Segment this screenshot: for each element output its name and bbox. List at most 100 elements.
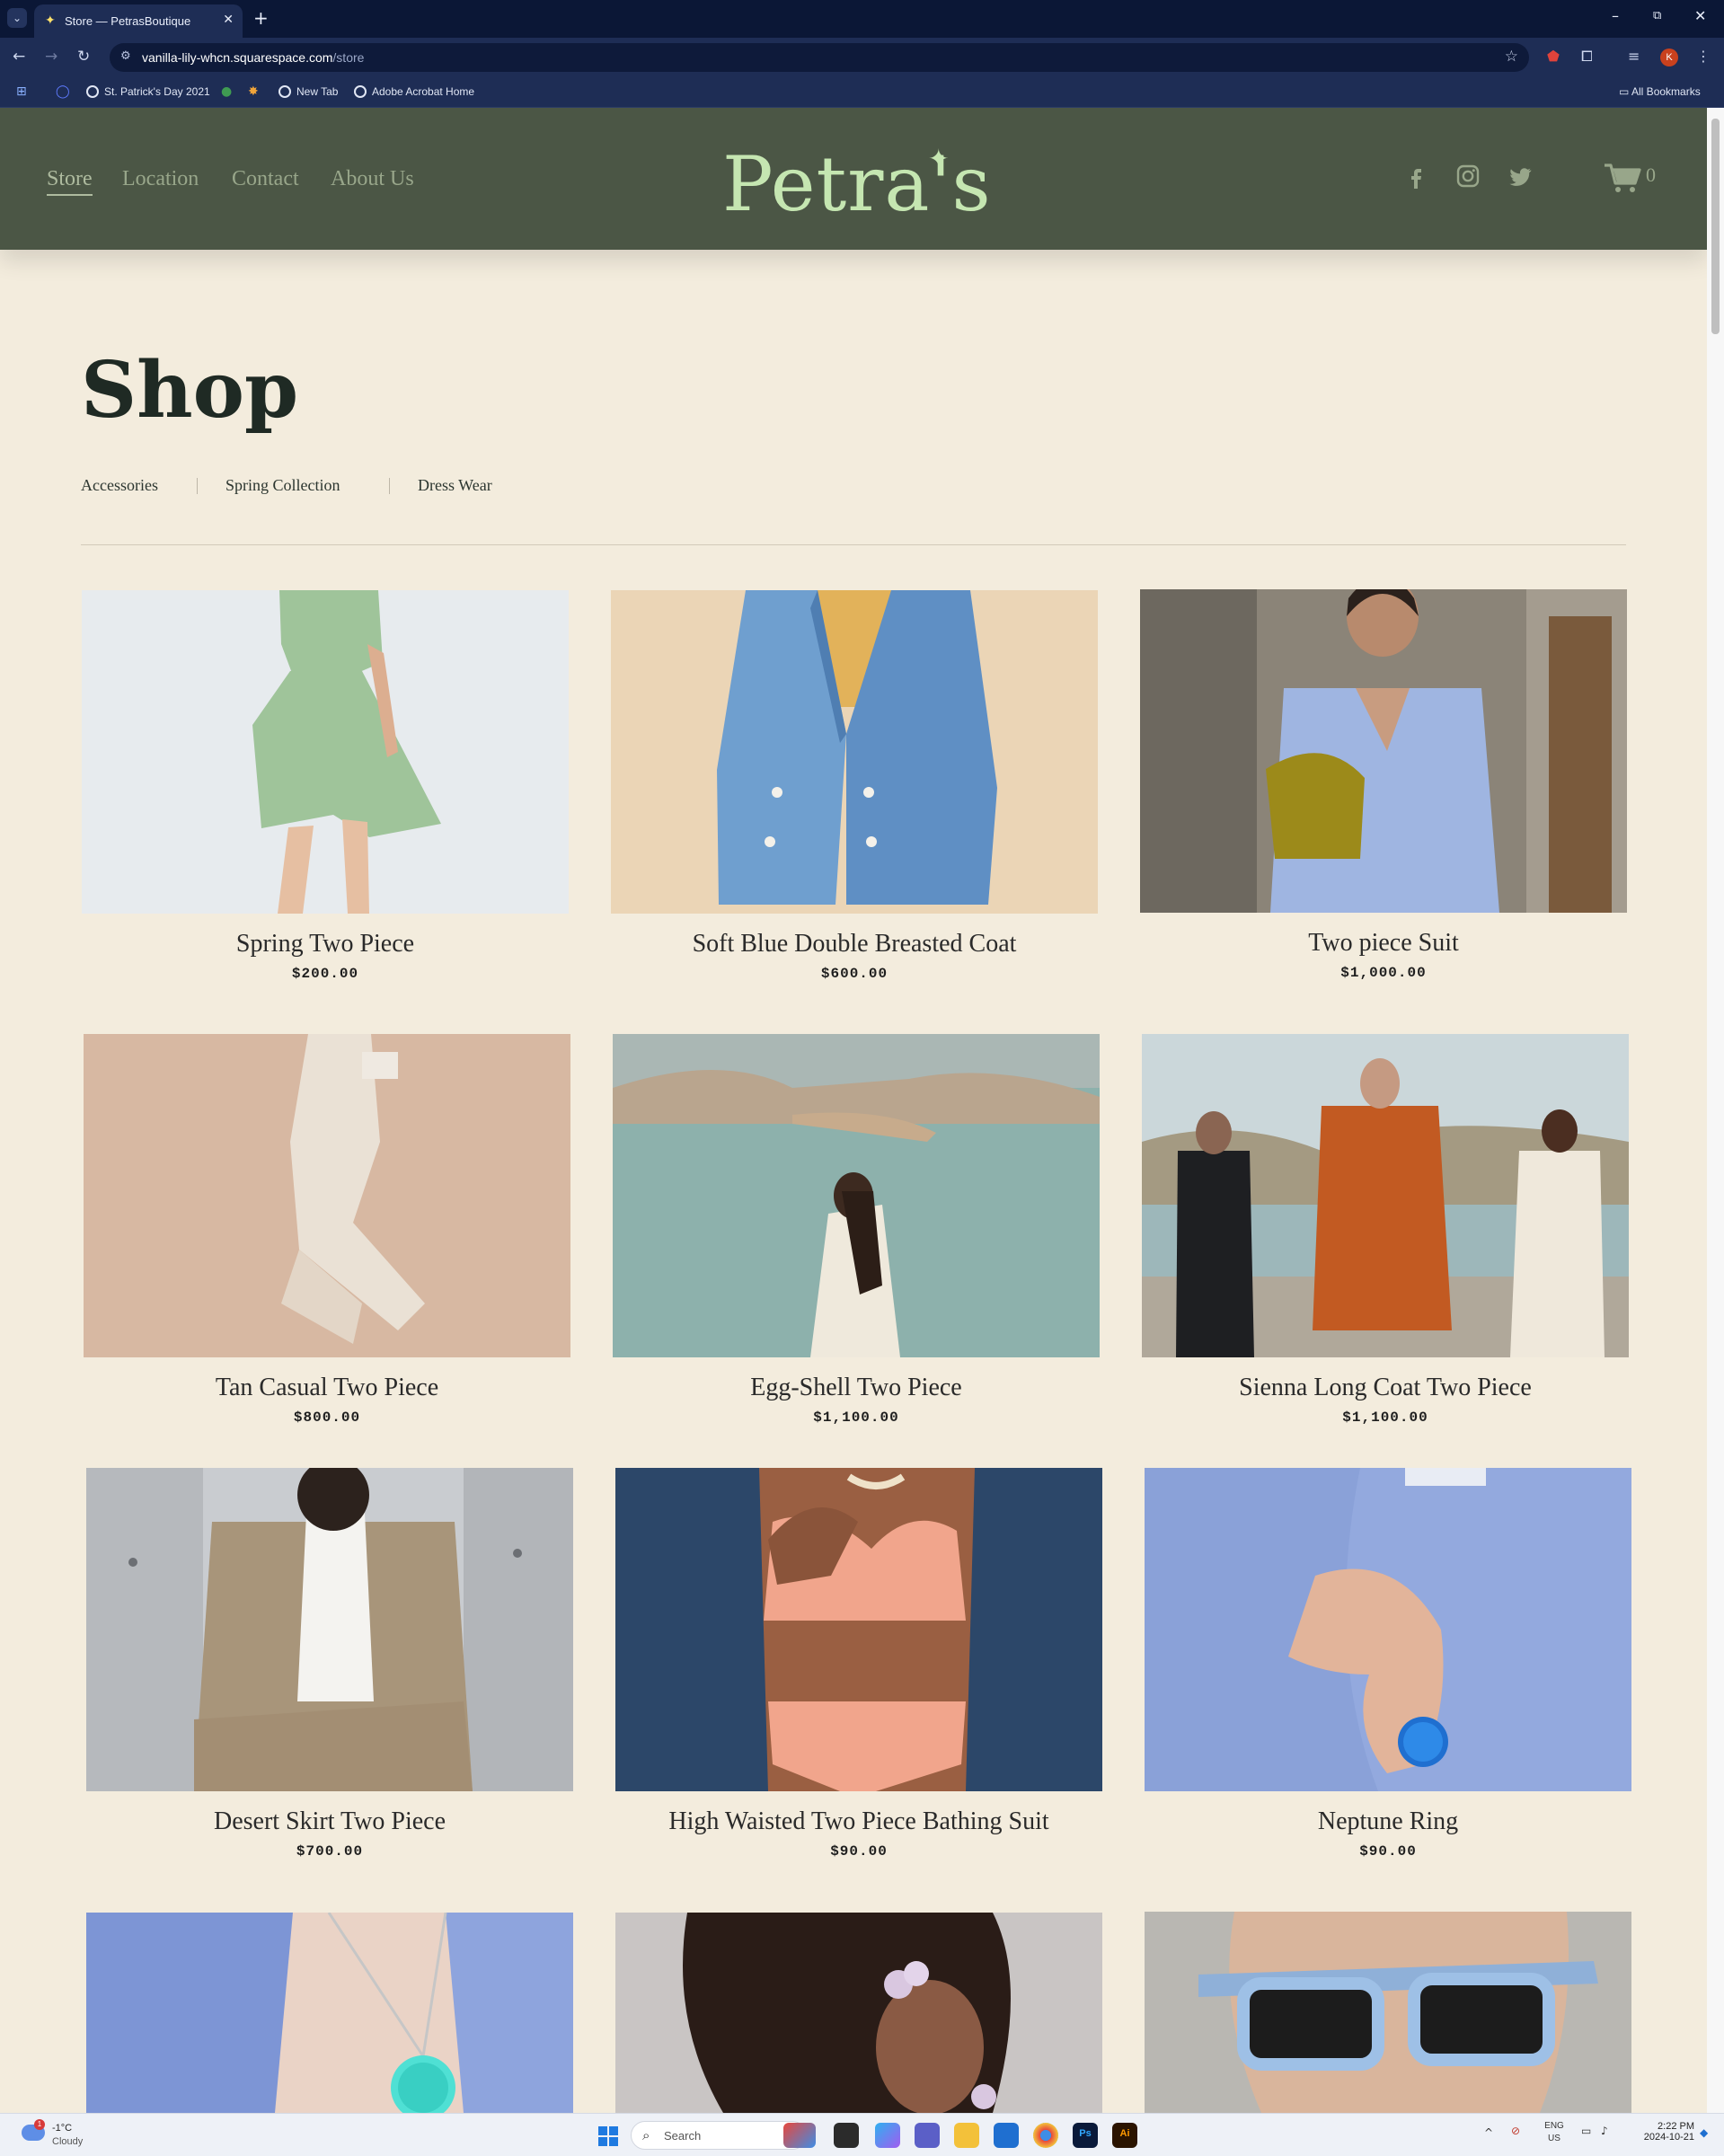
chevron-up-icon[interactable]: ^ (1484, 2126, 1493, 2139)
bookmark-item[interactable]: New Tab (278, 85, 338, 98)
product-name[interactable]: Neptune Ring (1145, 1807, 1631, 1836)
windows-start-icon[interactable] (598, 2126, 618, 2146)
category-dress-wear[interactable]: Dress Wear (418, 476, 492, 495)
notification-badge: 1 (34, 2119, 45, 2130)
search-app-icon[interactable]: ◯ (56, 84, 70, 99)
product-price: $700.00 (296, 1843, 364, 1860)
windows-taskbar: 1 -1°C Cloudy ⌕ Search Ps Ai ^ ⊘ ENG US … (0, 2113, 1724, 2156)
copilot-icon[interactable] (875, 2123, 900, 2148)
site-info-icon[interactable]: ⚙ (120, 49, 131, 63)
page-viewport: Store Location Contact About Us Petra's … (0, 108, 1707, 2113)
taskbar-search[interactable]: ⌕ Search (631, 2121, 807, 2150)
address-bar[interactable]: ⚙ vanilla-lily-whcn.squarespace.com/stor… (110, 43, 1529, 72)
weather-temperature: -1°C (52, 2123, 73, 2134)
more-icon[interactable]: ⋮ (1696, 48, 1711, 65)
acrobat-icon[interactable]: ⬟ (1547, 48, 1560, 65)
cart-icon[interactable] (1603, 162, 1642, 194)
product-price: $600.00 (820, 966, 889, 982)
all-bookmarks[interactable]: ▭ All Bookmarks (1619, 85, 1701, 98)
tab-title: Store — PetrasBoutique (65, 14, 191, 28)
reload-icon[interactable]: ↻ (77, 48, 90, 66)
apps-icon[interactable]: ⊞ (16, 84, 27, 99)
notification-bell-icon[interactable]: ◆ (1700, 2126, 1708, 2139)
product-image[interactable] (86, 1468, 573, 1791)
site-header: Store Location Contact About Us Petra's … (0, 108, 1707, 250)
product-image[interactable] (84, 1034, 570, 1357)
product-price: $1,000.00 (1340, 965, 1427, 981)
nav-contact[interactable]: Contact (232, 167, 299, 191)
product-name[interactable]: Tan Casual Two Piece (84, 1374, 570, 1402)
facebook-icon[interactable] (1401, 162, 1430, 190)
bookmark-item[interactable]: St. Patrick's Day 2021 (86, 85, 210, 98)
profile-avatar[interactable]: K (1660, 49, 1678, 66)
product-price: $1,100.00 (813, 1409, 899, 1426)
new-tab-icon[interactable]: + (253, 7, 269, 29)
globe-icon (86, 85, 99, 98)
illustrator-label: Ai (1119, 2128, 1130, 2139)
bookmarks-bar: ⊞ ◯ St. Patrick's Day 2021 ● ✸ New Tab A… (0, 77, 1724, 108)
product-image[interactable] (1140, 589, 1627, 913)
product-image[interactable] (615, 1468, 1102, 1791)
chrome-icon[interactable] (1033, 2123, 1058, 2148)
squarespace-favicon-icon: ✦ (45, 13, 56, 28)
product-image[interactable] (611, 590, 1098, 914)
restore-icon[interactable]: ⧉ (1653, 9, 1661, 22)
search-highlight-icon[interactable] (783, 2123, 816, 2148)
product-name[interactable]: Soft Blue Double Breasted Coat (611, 930, 1098, 959)
address-url[interactable]: vanilla-lily-whcn.squarespace.com/store (142, 50, 364, 65)
language-indicator[interactable]: ENG (1538, 2121, 1570, 2131)
category-accessories[interactable]: Accessories (81, 476, 158, 495)
product-name[interactable]: Spring Two Piece (82, 930, 569, 959)
bookmark-favicon-icon[interactable]: ● (221, 84, 232, 99)
store-icon[interactable] (994, 2123, 1019, 2148)
extensions-icon[interactable]: ⧠ (1581, 48, 1593, 66)
product-image[interactable] (615, 1913, 1102, 2113)
minimize-icon[interactable]: – (1612, 7, 1619, 24)
system-clock[interactable]: 2:22 PM 2024-10-21 (1622, 2121, 1694, 2143)
task-view-icon[interactable] (834, 2123, 859, 2148)
network-icon[interactable]: ▭ (1581, 2125, 1591, 2137)
security-icon[interactable]: ⊘ (1511, 2125, 1520, 2137)
product-name[interactable]: Desert Skirt Two Piece (86, 1807, 573, 1836)
product-name[interactable]: Sienna Long Coat Two Piece (1142, 1374, 1629, 1402)
teams-icon[interactable] (915, 2123, 940, 2148)
scrollbar-thumb[interactable] (1711, 119, 1720, 334)
product-image[interactable] (1145, 1468, 1631, 1791)
bookmark-item[interactable]: Adobe Acrobat Home (354, 85, 474, 98)
page-scrollbar[interactable] (1707, 108, 1724, 2113)
product-name[interactable]: Two piece Suit (1140, 929, 1627, 958)
volume-icon[interactable]: ♪ (1601, 2125, 1608, 2137)
back-icon[interactable]: ← (13, 48, 25, 66)
browser-toolbar: ← → ↻ ⚙ vanilla-lily-whcn.squarespace.co… (0, 38, 1724, 77)
media-icon[interactable]: ≡ (1628, 48, 1640, 65)
close-window-icon[interactable]: ✕ (1694, 7, 1706, 24)
forward-icon[interactable]: → (45, 48, 57, 66)
clock-date: 2024-10-21 (1643, 2132, 1694, 2143)
page-title: Shop (81, 345, 299, 436)
category-spring-collection[interactable]: Spring Collection (225, 476, 340, 495)
file-explorer-icon[interactable] (954, 2123, 979, 2148)
product-image[interactable] (1142, 1034, 1629, 1357)
nav-location[interactable]: Location (122, 167, 199, 191)
product-name[interactable]: Egg-Shell Two Piece (613, 1374, 1100, 1402)
nav-about-us[interactable]: About Us (331, 167, 414, 191)
search-icon: ⌕ (642, 2127, 650, 2143)
nav-store[interactable]: Store (47, 167, 93, 196)
globe-icon (354, 85, 367, 98)
tab-search-button[interactable]: ⌄ (7, 8, 27, 28)
close-tab-icon[interactable]: ✕ (223, 13, 234, 27)
browser-tab-active[interactable]: ✦ Store — PetrasBoutique ✕ (34, 4, 243, 38)
product-image[interactable] (86, 1913, 573, 2113)
product-price: $1,100.00 (1342, 1409, 1428, 1426)
search-placeholder: Search (664, 2129, 702, 2143)
twitter-icon[interactable] (1506, 162, 1534, 190)
bookmark-favicon-icon[interactable]: ✸ (248, 84, 259, 99)
clock-time: 2:22 PM (1658, 2121, 1694, 2132)
product-image[interactable] (82, 590, 569, 914)
site-logo[interactable]: Petra's (722, 140, 992, 228)
product-image[interactable] (1145, 1912, 1631, 2113)
product-name[interactable]: High Waisted Two Piece Bathing Suit (615, 1807, 1102, 1836)
product-image[interactable] (613, 1034, 1100, 1357)
bookmark-star-icon[interactable]: ☆ (1505, 48, 1518, 66)
instagram-icon[interactable] (1454, 162, 1482, 190)
